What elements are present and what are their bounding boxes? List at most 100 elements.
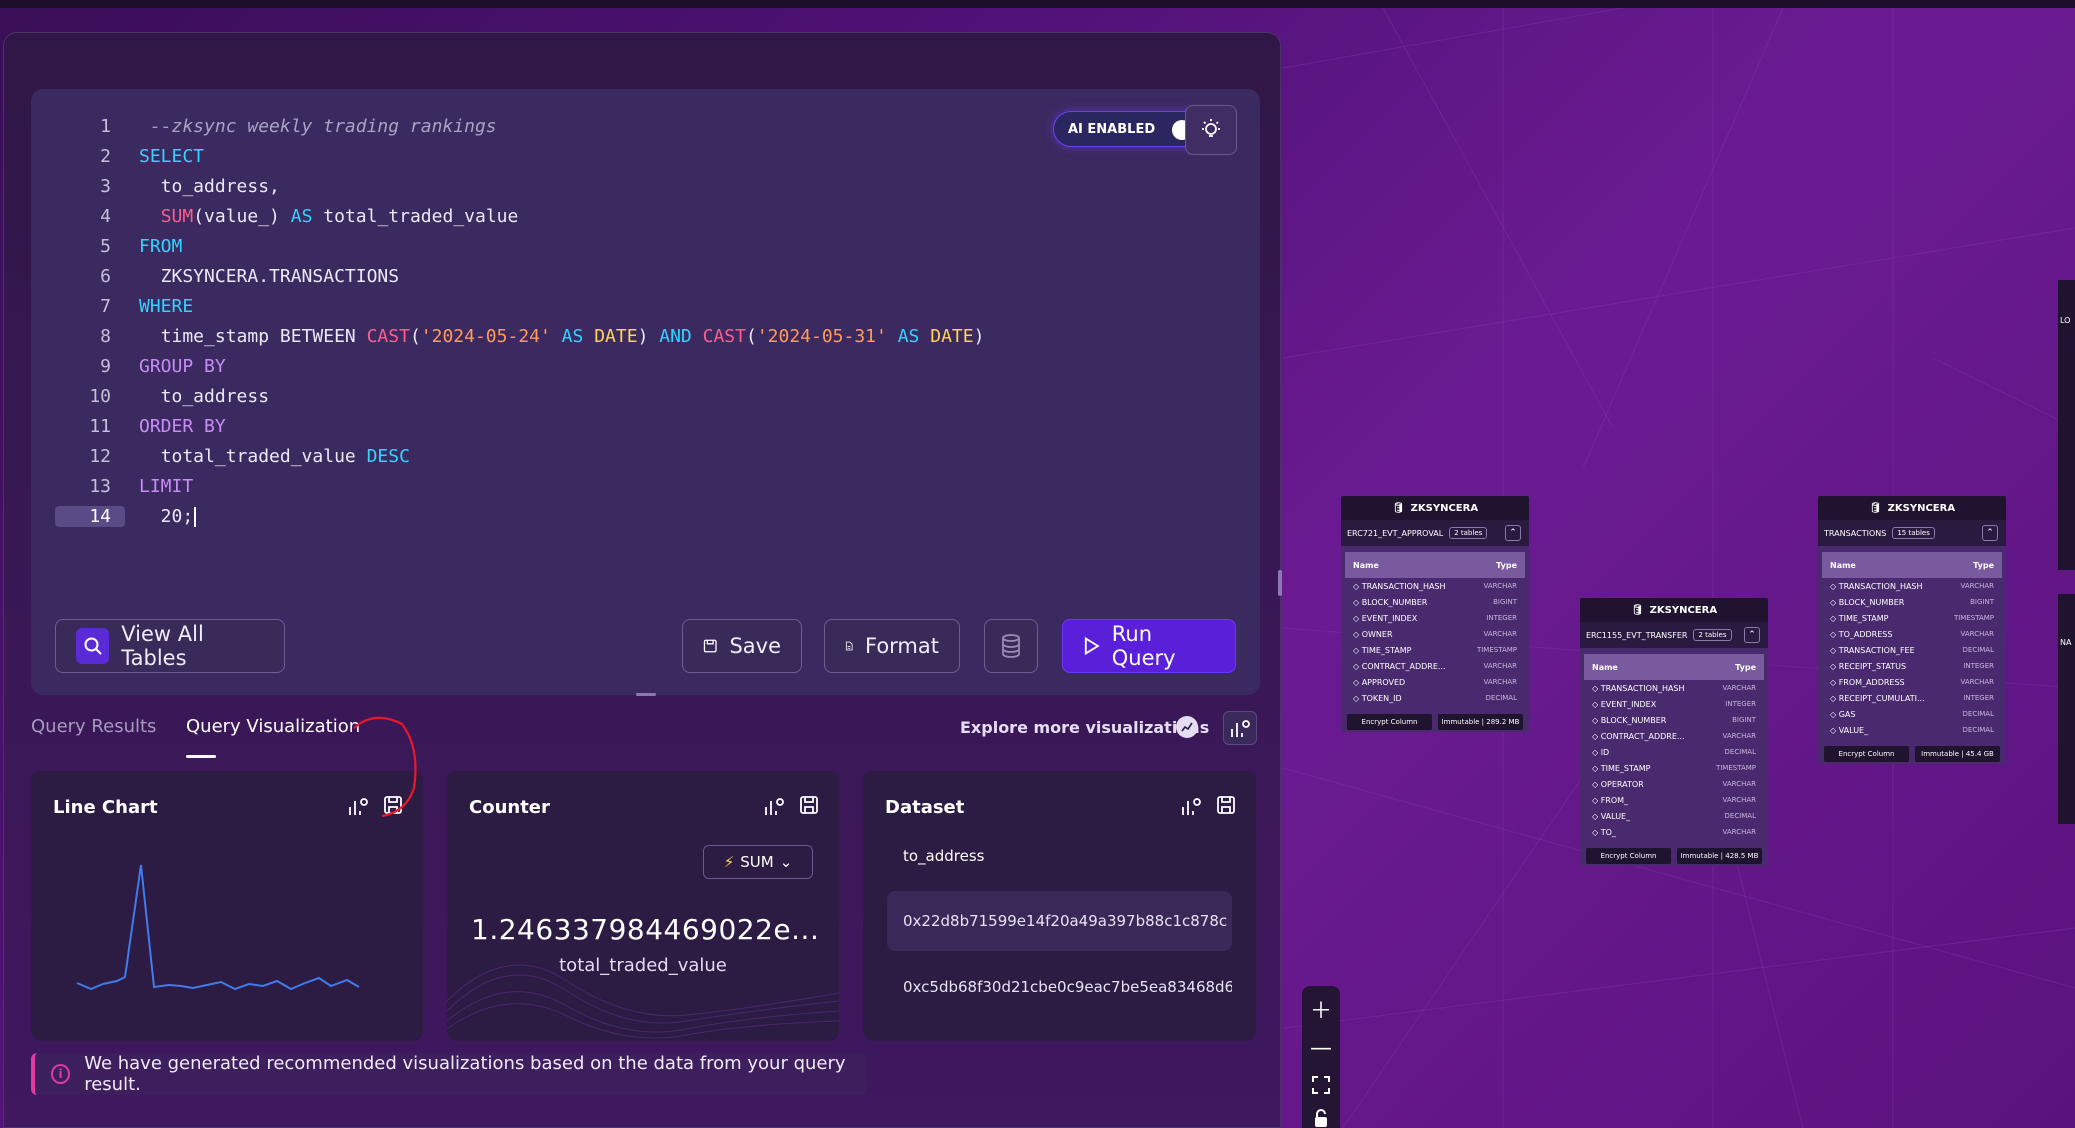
sql-editor[interactable]: 1 --zksync weekly trading rankings 2 SELEC…	[31, 89, 1260, 695]
schema-column-row[interactable]: ◇ APPROVED VARCHAR	[1345, 674, 1525, 690]
code-text[interactable]: 20;	[125, 506, 197, 527]
resize-handle[interactable]	[636, 693, 656, 696]
code-line[interactable]: 3 to_address,	[55, 171, 984, 201]
chart-settings-button[interactable]	[1223, 711, 1257, 745]
code-line[interactable]: 9 GROUP BY	[55, 351, 984, 381]
column-type: INTEGER	[1963, 662, 1994, 670]
code-line[interactable]: 2 SELECT	[55, 141, 984, 171]
chevron-up-icon[interactable]: ⌃	[1982, 525, 1998, 541]
code-line[interactable]: 14 20;	[55, 501, 984, 531]
schema-table-widget[interactable]: 🛢 ZKSYNCERA ERC1155_EVT_TRANSFER 2 tables ⌃ N…	[1580, 598, 1768, 866]
chart-settings-icon[interactable]	[1180, 795, 1202, 817]
code-text[interactable]: to_address,	[125, 176, 280, 197]
schema-column-row[interactable]: ◇ BLOCK_NUMBER BIGINT	[1584, 712, 1764, 728]
code-line[interactable]: 4 SUM(value_) AS total_traded_value	[55, 201, 984, 231]
theme-toggle-button[interactable]	[1185, 105, 1237, 155]
tab-query-results[interactable]: Query Results	[31, 716, 156, 737]
database-button[interactable]	[984, 619, 1038, 673]
code-text[interactable]: SELECT	[125, 146, 204, 167]
save-icon[interactable]	[1216, 795, 1236, 815]
table-row[interactable]: 0x22d8b71599e14f20a49a397b88c1c878c	[887, 891, 1232, 951]
lock-icon[interactable]	[1313, 1109, 1329, 1128]
line-number: 12	[89, 445, 111, 467]
counter-card[interactable]: Counter ⚡ SUM ⌄ 1.246337984469022e... to…	[447, 771, 839, 1041]
table-row[interactable]: 0xc5db68f30d21cbe0c9eac7be5ea83468d6	[887, 957, 1232, 1017]
schema-column-row[interactable]: ◇ EVENT_INDEX INTEGER	[1345, 610, 1525, 626]
aggregation-label: SUM	[740, 853, 774, 871]
schema-column-row[interactable]: ◇ TIME_STAMP TIMESTAMP	[1584, 760, 1764, 776]
code-text[interactable]: ZKSYNCERA.TRANSACTIONS	[125, 266, 399, 287]
schema-table-widget[interactable]: 🛢 ZKSYNCERA ERC721_EVT_APPROVAL 2 tables ⌃ Na…	[1341, 496, 1529, 732]
code-line[interactable]: 8 time_stamp BETWEEN CAST('2024-05-24' A…	[55, 321, 984, 351]
code-line[interactable]: 7 WHERE	[55, 291, 984, 321]
code-line[interactable]: 13 LIMIT	[55, 471, 984, 501]
format-button[interactable]: Format	[824, 619, 960, 673]
encrypt-column-button[interactable]: Encrypt Column	[1347, 714, 1432, 730]
schema-table-widget[interactable]: 🛢 ZKSYNCERA TRANSACTIONS 15 tables ⌃ Name Type…	[1818, 496, 2006, 764]
column-type: VARCHAR	[1960, 582, 1994, 590]
schema-column-row[interactable]: ◇ TIME_STAMP TIMESTAMP	[1822, 610, 2002, 626]
code-line[interactable]: 5 FROM	[55, 231, 984, 261]
code-text[interactable]: --zksync weekly trading rankings	[125, 116, 497, 137]
code-text[interactable]: to_address	[125, 386, 269, 407]
schema-column-row[interactable]: ◇ TIME_STAMP TIMESTAMP	[1345, 642, 1525, 658]
save-icon[interactable]	[799, 795, 819, 815]
column-name: ◇ TIME_STAMP	[1830, 613, 1889, 623]
code-text[interactable]: LIMIT	[125, 476, 193, 497]
schema-column-row[interactable]: ◇ TOKEN_ID DECIMAL	[1345, 690, 1525, 706]
schema-column-row[interactable]: ◇ FROM_ADDRESS VARCHAR	[1822, 674, 2002, 690]
schema-column-row[interactable]: ◇ TRANSACTION_HASH VARCHAR	[1345, 578, 1525, 594]
schema-column-row[interactable]: ◇ EVENT_INDEX INTEGER	[1584, 696, 1764, 712]
aggregation-dropdown[interactable]: ⚡ SUM ⌄	[703, 845, 813, 879]
schema-column-row[interactable]: ◇ BLOCK_NUMBER BIGINT	[1345, 594, 1525, 610]
view-all-tables-button[interactable]: View All Tables	[55, 619, 285, 673]
schema-column-row[interactable]: ◇ TO_ VARCHAR	[1584, 824, 1764, 840]
encrypt-column-button[interactable]: Encrypt Column	[1824, 746, 1909, 762]
schema-column-row[interactable]: ◇ CONTRACT_ADDRE... VARCHAR	[1345, 658, 1525, 674]
dataset-card[interactable]: Dataset to_address 0x22d8b71599e14f20a49…	[863, 771, 1256, 1041]
code-line[interactable]: 6 ZKSYNCERA.TRANSACTIONS	[55, 261, 984, 291]
code-text[interactable]: WHERE	[125, 296, 193, 317]
explore-visualizations-link[interactable]: Explore more visualizations	[960, 718, 1209, 737]
zoom-in-icon[interactable]: ＋	[1310, 996, 1332, 1024]
code-text[interactable]: ORDER BY	[125, 416, 226, 437]
code-line[interactable]: 12 total_traded_value DESC	[55, 441, 984, 471]
panel-splitter[interactable]	[1278, 570, 1282, 596]
run-query-button[interactable]: Run Query	[1062, 619, 1236, 673]
schema-column-row[interactable]: ◇ VALUE_ DECIMAL	[1584, 808, 1764, 824]
code-text[interactable]: time_stamp BETWEEN CAST('2024-05-24' AS …	[125, 326, 985, 347]
code-line[interactable]: 10 to_address	[55, 381, 984, 411]
column-name: ◇ VALUE_	[1830, 725, 1869, 735]
save-button[interactable]: Save	[682, 619, 802, 673]
ai-enabled-toggle[interactable]: AI ENABLED	[1053, 111, 1203, 147]
code-line[interactable]: 11 ORDER BY	[55, 411, 984, 441]
schema-column-row[interactable]: ◇ OWNER VARCHAR	[1345, 626, 1525, 642]
chevron-up-icon[interactable]: ⌃	[1505, 525, 1521, 541]
schema-column-row[interactable]: ◇ OPERATOR VARCHAR	[1584, 776, 1764, 792]
zoom-out-icon[interactable]: —	[1310, 1036, 1332, 1061]
encrypt-column-button[interactable]: Encrypt Column	[1586, 848, 1671, 864]
code-text[interactable]: FROM	[125, 236, 182, 257]
schema-column-row[interactable]: ◇ TRANSACTION_FEE DECIMAL	[1822, 642, 2002, 658]
schema-column-row[interactable]: ◇ TRANSACTION_HASH VARCHAR	[1584, 680, 1764, 696]
code-text[interactable]: GROUP BY	[125, 356, 226, 377]
chart-settings-icon[interactable]	[763, 795, 785, 817]
schema-column-row[interactable]: ◇ TRANSACTION_HASH VARCHAR	[1822, 578, 2002, 594]
tab-query-visualization[interactable]: Query Visualization	[186, 716, 360, 737]
schema-column-row[interactable]: ◇ VALUE_ DECIMAL	[1822, 722, 2002, 738]
chevron-up-icon[interactable]: ⌃	[1744, 627, 1760, 643]
chart-icon[interactable]	[1176, 716, 1198, 738]
fit-view-icon[interactable]	[1312, 1075, 1330, 1095]
code-text[interactable]: total_traded_value DESC	[125, 446, 410, 467]
code-text[interactable]: SUM(value_) AS total_traded_value	[125, 206, 519, 227]
code-lines[interactable]: 1 --zksync weekly trading rankings 2 SELEC…	[55, 111, 984, 531]
schema-column-row[interactable]: ◇ TO_ADDRESS VARCHAR	[1822, 626, 2002, 642]
schema-column-row[interactable]: ◇ CONTRACT_ADDRE... VARCHAR	[1584, 728, 1764, 744]
schema-column-row[interactable]: ◇ RECEIPT_CUMULATI... INTEGER	[1822, 690, 2002, 706]
schema-column-row[interactable]: ◇ BLOCK_NUMBER BIGINT	[1822, 594, 2002, 610]
schema-column-row[interactable]: ◇ GAS DECIMAL	[1822, 706, 2002, 722]
code-line[interactable]: 1 --zksync weekly trading rankings	[55, 111, 984, 141]
schema-column-row[interactable]: ◇ RECEIPT_STATUS INTEGER	[1822, 658, 2002, 674]
schema-column-row[interactable]: ◇ FROM_ VARCHAR	[1584, 792, 1764, 808]
schema-column-row[interactable]: ◇ ID DECIMAL	[1584, 744, 1764, 760]
